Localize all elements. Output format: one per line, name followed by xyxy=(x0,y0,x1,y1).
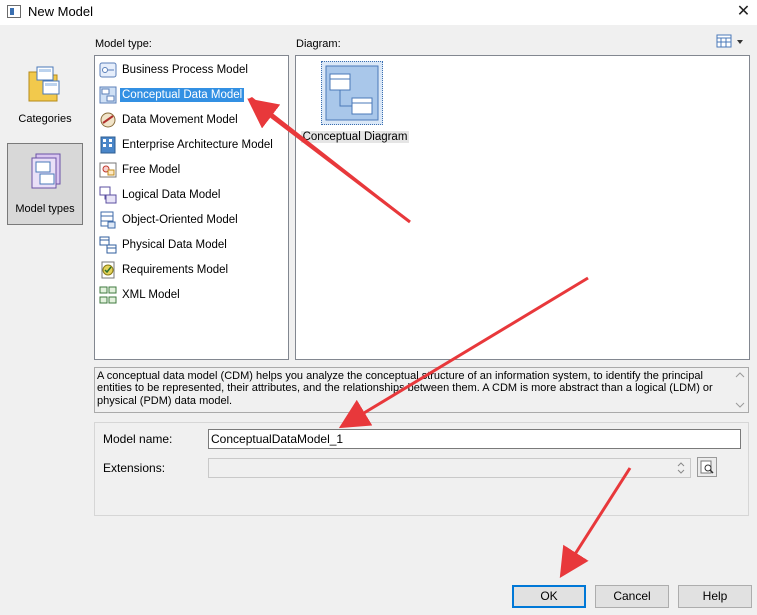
model-type-enterprise-architecture[interactable]: Enterprise Architecture Model xyxy=(99,135,275,155)
diagram-selection-frame xyxy=(321,61,383,125)
view-mode-button[interactable] xyxy=(716,34,746,50)
model-type-conceptual-data[interactable]: Conceptual Data Model xyxy=(99,85,245,105)
diagram-item-conceptual[interactable]: Conceptual Diagram xyxy=(301,61,409,147)
model-type-data-movement[interactable]: Data Movement Model xyxy=(99,110,240,130)
model-type-xml[interactable]: XML Model xyxy=(99,285,182,305)
title-bar: New Model ✕ xyxy=(0,0,757,25)
extensions-field[interactable] xyxy=(208,458,691,478)
window-title: New Model xyxy=(28,4,94,19)
model-types-icon xyxy=(31,153,61,189)
cancel-button[interactable]: Cancel xyxy=(595,585,669,608)
model-type-business-process[interactable]: Business Process Model xyxy=(99,60,250,80)
physical-data-model-icon xyxy=(99,236,117,254)
nav-categories-button[interactable]: Categories xyxy=(7,55,83,137)
nav-model-types-button[interactable]: Model types xyxy=(7,143,83,225)
model-name-label: Model name: xyxy=(103,432,173,446)
model-type-label: Object-Oriented Model xyxy=(122,214,238,226)
object-oriented-model-icon xyxy=(100,211,116,229)
model-type-label: Conceptual Data Model xyxy=(120,88,245,102)
enterprise-architecture-model-icon xyxy=(100,136,116,154)
model-type-label: Physical Data Model xyxy=(122,239,227,251)
model-type-label: Logical Data Model xyxy=(122,189,221,201)
folder-models-icon xyxy=(28,66,60,102)
scroll-arrows-icon xyxy=(735,372,745,408)
diagram-item-label: Conceptual Diagram xyxy=(301,131,409,143)
model-type-label: Free Model xyxy=(122,164,181,176)
model-type-label: XML Model xyxy=(122,289,180,301)
conceptual-data-model-icon xyxy=(99,86,117,104)
extensions-label: Extensions: xyxy=(103,461,166,475)
model-name-input[interactable] xyxy=(208,429,741,449)
description-scrollbar[interactable] xyxy=(732,368,748,412)
business-process-model-icon xyxy=(99,62,117,78)
diagram-label: Diagram: xyxy=(296,38,341,50)
model-type-list[interactable]: Business Process Model Conceptual Data M… xyxy=(94,55,289,360)
list-view-icon xyxy=(716,34,743,48)
help-button[interactable]: Help xyxy=(678,585,752,608)
diagram-panel[interactable]: Conceptual Diagram xyxy=(295,55,750,360)
app-window-icon xyxy=(7,5,21,18)
model-type-physical-data[interactable]: Physical Data Model xyxy=(99,235,229,255)
xml-model-icon xyxy=(99,286,117,304)
nav-categories-label: Categories xyxy=(18,113,72,125)
data-movement-model-icon xyxy=(100,112,116,128)
model-type-label: Data Movement Model xyxy=(122,114,238,126)
free-model-icon xyxy=(99,162,117,178)
browse-search-icon xyxy=(700,460,714,474)
extensions-spinner[interactable] xyxy=(673,459,689,477)
model-type-requirements[interactable]: Requirements Model xyxy=(99,260,230,280)
ok-button[interactable]: OK xyxy=(512,585,586,608)
requirements-model-icon xyxy=(101,261,115,279)
model-type-label: Enterprise Architecture Model xyxy=(122,139,273,151)
conceptual-diagram-icon xyxy=(325,65,379,121)
description-box: A conceptual data model (CDM) helps you … xyxy=(94,367,749,413)
extensions-browse-button[interactable] xyxy=(697,457,717,477)
model-type-label: Requirements Model xyxy=(122,264,229,276)
logical-data-model-icon xyxy=(99,186,117,204)
close-button[interactable]: ✕ xyxy=(730,0,757,24)
model-type-logical-data[interactable]: Logical Data Model xyxy=(99,185,222,205)
model-type-label: Model type: xyxy=(95,38,152,50)
nav-model-types-label: Model types xyxy=(15,203,75,215)
model-type-free[interactable]: Free Model xyxy=(99,160,182,180)
spin-arrows-icon xyxy=(677,462,685,474)
model-type-label: Business Process Model xyxy=(122,64,248,76)
model-type-object-oriented[interactable]: Object-Oriented Model xyxy=(99,210,240,230)
description-text: A conceptual data model (CDM) helps you … xyxy=(97,370,713,407)
